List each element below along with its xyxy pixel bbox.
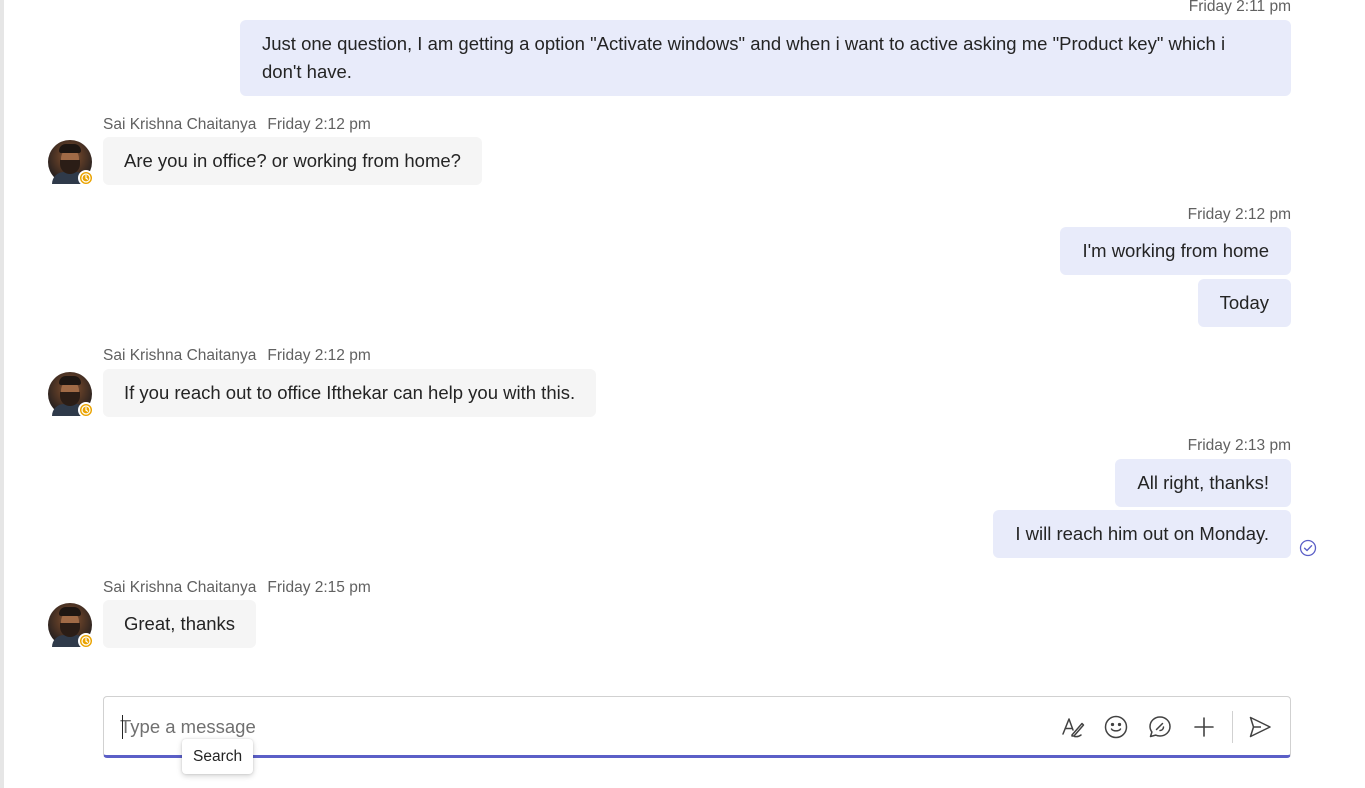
sender-name[interactable]: Sai Krishna Chaitanya: [103, 579, 256, 596]
avatar[interactable]: [48, 372, 94, 418]
their-message-bubble[interactable]: Great, thanks: [103, 600, 257, 648]
their-message-bubble[interactable]: Are you in office? or working from home?: [103, 137, 482, 185]
message-input[interactable]: [120, 711, 1020, 743]
message-list[interactable]: Friday 2:11 pm Just one question, I am g…: [0, 0, 1365, 680]
message-timestamp: Friday 2:12 pm: [267, 347, 371, 364]
my-message-bubble[interactable]: I will reach him out on Monday.: [993, 510, 1291, 558]
toolbar-divider: [1232, 711, 1233, 743]
message-composer[interactable]: [103, 696, 1291, 758]
avatar[interactable]: [48, 140, 94, 186]
sticker-icon[interactable]: [1146, 713, 1174, 741]
tooltip: Search: [182, 739, 254, 774]
sender-name[interactable]: Sai Krishna Chaitanya: [103, 347, 256, 364]
their-message-bubble[interactable]: If you reach out to office Ifthekar can …: [103, 369, 597, 417]
message-timestamp: Friday 2:15 pm: [267, 579, 371, 596]
clock-away-icon: [78, 170, 94, 186]
clock-away-icon: [78, 633, 94, 649]
my-message-bubble[interactable]: I'm working from home: [1060, 227, 1291, 275]
message-timestamp: Friday 2:11 pm: [1188, 0, 1291, 15]
clock-away-icon: [78, 402, 94, 418]
my-message-bubble[interactable]: All right, thanks!: [1115, 459, 1291, 507]
my-message-bubble[interactable]: Just one question, I am getting a option…: [240, 20, 1291, 96]
message-header: Sai Krishna Chaitanya Friday 2:12 pm: [103, 116, 371, 134]
send-icon[interactable]: [1246, 713, 1274, 741]
text-caret: [122, 715, 123, 739]
message-header: Sai Krishna Chaitanya Friday 2:15 pm: [103, 579, 371, 597]
add-icon[interactable]: [1190, 713, 1218, 741]
message-timestamp: Friday 2:12 pm: [1187, 206, 1291, 223]
sender-name[interactable]: Sai Krishna Chaitanya: [103, 116, 256, 133]
emoji-icon[interactable]: [1102, 713, 1130, 741]
message-timestamp: Friday 2:12 pm: [267, 116, 371, 133]
seen-check-icon: [1299, 539, 1317, 557]
avatar[interactable]: [48, 603, 94, 649]
my-message-bubble[interactable]: Today: [1197, 279, 1291, 327]
message-header: Sai Krishna Chaitanya Friday 2:12 pm: [103, 347, 371, 365]
message-timestamp: Friday 2:13 pm: [1187, 437, 1291, 454]
format-icon[interactable]: [1059, 713, 1087, 741]
